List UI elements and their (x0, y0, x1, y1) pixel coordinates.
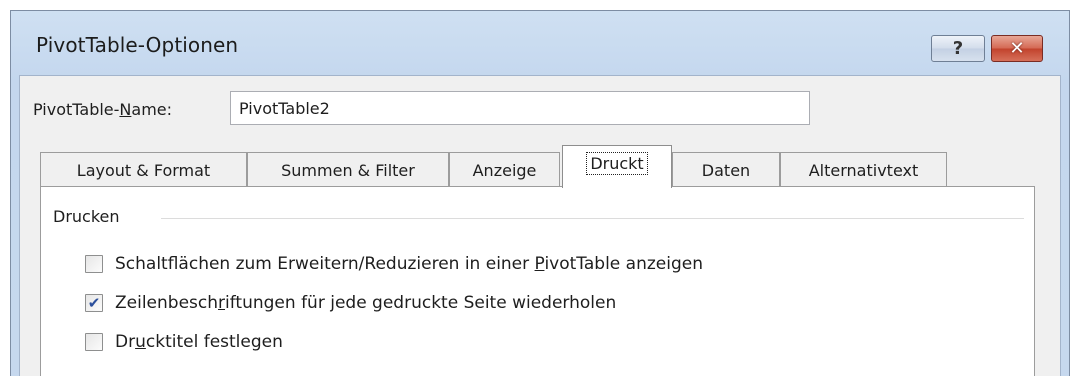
title-bar[interactable]: PivotTable-Optionen ? ✕ (11, 11, 1069, 75)
close-button[interactable]: ✕ (991, 35, 1043, 62)
checkbox-label: Drucktitel festlegen (115, 332, 283, 352)
name-label-mnemonic: N (119, 100, 132, 119)
tab-label: Layout & Format (76, 161, 211, 180)
close-icon: ✕ (1009, 38, 1025, 59)
tab-panel-drucken: Drucken Schaltflächen zum Erweitern/Redu… (40, 186, 1035, 376)
checkbox-repeat-row-labels[interactable]: ✔ (85, 294, 103, 312)
label-part: iftungen für jede gedruckte Seite wieder… (225, 293, 617, 313)
group-title-drucken: Drucken (53, 207, 130, 226)
checkbox-label: Schaltflächen zum Erweitern/Reduzieren i… (115, 254, 703, 274)
label-part: Zeilenbesch (115, 293, 219, 313)
tab-alternativtext[interactable]: Alternativtext (780, 152, 947, 188)
checkbox-label: Zeilenbeschriftungen für jede gedruckte … (115, 293, 616, 313)
dialog-body: PivotTable-Name: Layout & Format Summen … (19, 75, 1061, 376)
name-label-part: ame: (131, 100, 173, 119)
tab-label: Druckt (586, 151, 648, 175)
checkbox-expand-collapse[interactable] (85, 255, 103, 273)
option-repeat-row-labels[interactable]: ✔ Zeilenbeschriftungen für jede gedruckt… (85, 293, 616, 313)
label-part: Dr (115, 332, 136, 352)
checkbox-print-titles[interactable] (85, 333, 103, 351)
group-divider (161, 218, 1024, 219)
tab-anzeige[interactable]: Anzeige (449, 152, 560, 188)
tab-label: Anzeige (472, 161, 537, 180)
help-icon: ? (952, 37, 964, 59)
label-part: ivotTable anzeigen (544, 254, 703, 274)
help-button[interactable]: ? (931, 35, 985, 62)
tab-label: Summen & Filter (281, 161, 415, 180)
tab-label: Daten (701, 161, 751, 180)
tab-daten[interactable]: Daten (672, 152, 780, 188)
label-mnemonic: r (218, 293, 226, 313)
checkmark-icon: ✔ (87, 293, 101, 312)
tab-summen-filter[interactable]: Summen & Filter (247, 152, 449, 188)
option-print-titles[interactable]: Drucktitel festlegen (85, 332, 283, 352)
name-label-part: PivotTable- (33, 100, 120, 119)
pivottable-name-input[interactable] (230, 91, 810, 125)
label-mnemonic: u (135, 332, 146, 352)
tab-druckt[interactable]: Druckt (562, 145, 672, 188)
label-mnemonic: P (534, 254, 545, 274)
label-part: cktitel festlegen (145, 332, 283, 352)
tab-layout-format[interactable]: Layout & Format (40, 152, 247, 188)
tab-label: Alternativtext (808, 161, 919, 180)
dialog-title: PivotTable-Optionen (36, 33, 239, 57)
pivottable-name-label: PivotTable-Name: (33, 100, 172, 119)
label-part: Schaltflächen zum Erweitern/Reduzieren i… (115, 254, 535, 274)
option-expand-collapse-buttons[interactable]: Schaltflächen zum Erweitern/Reduzieren i… (85, 254, 703, 274)
dialog-window: PivotTable-Optionen ? ✕ PivotTable-Name:… (10, 10, 1070, 376)
